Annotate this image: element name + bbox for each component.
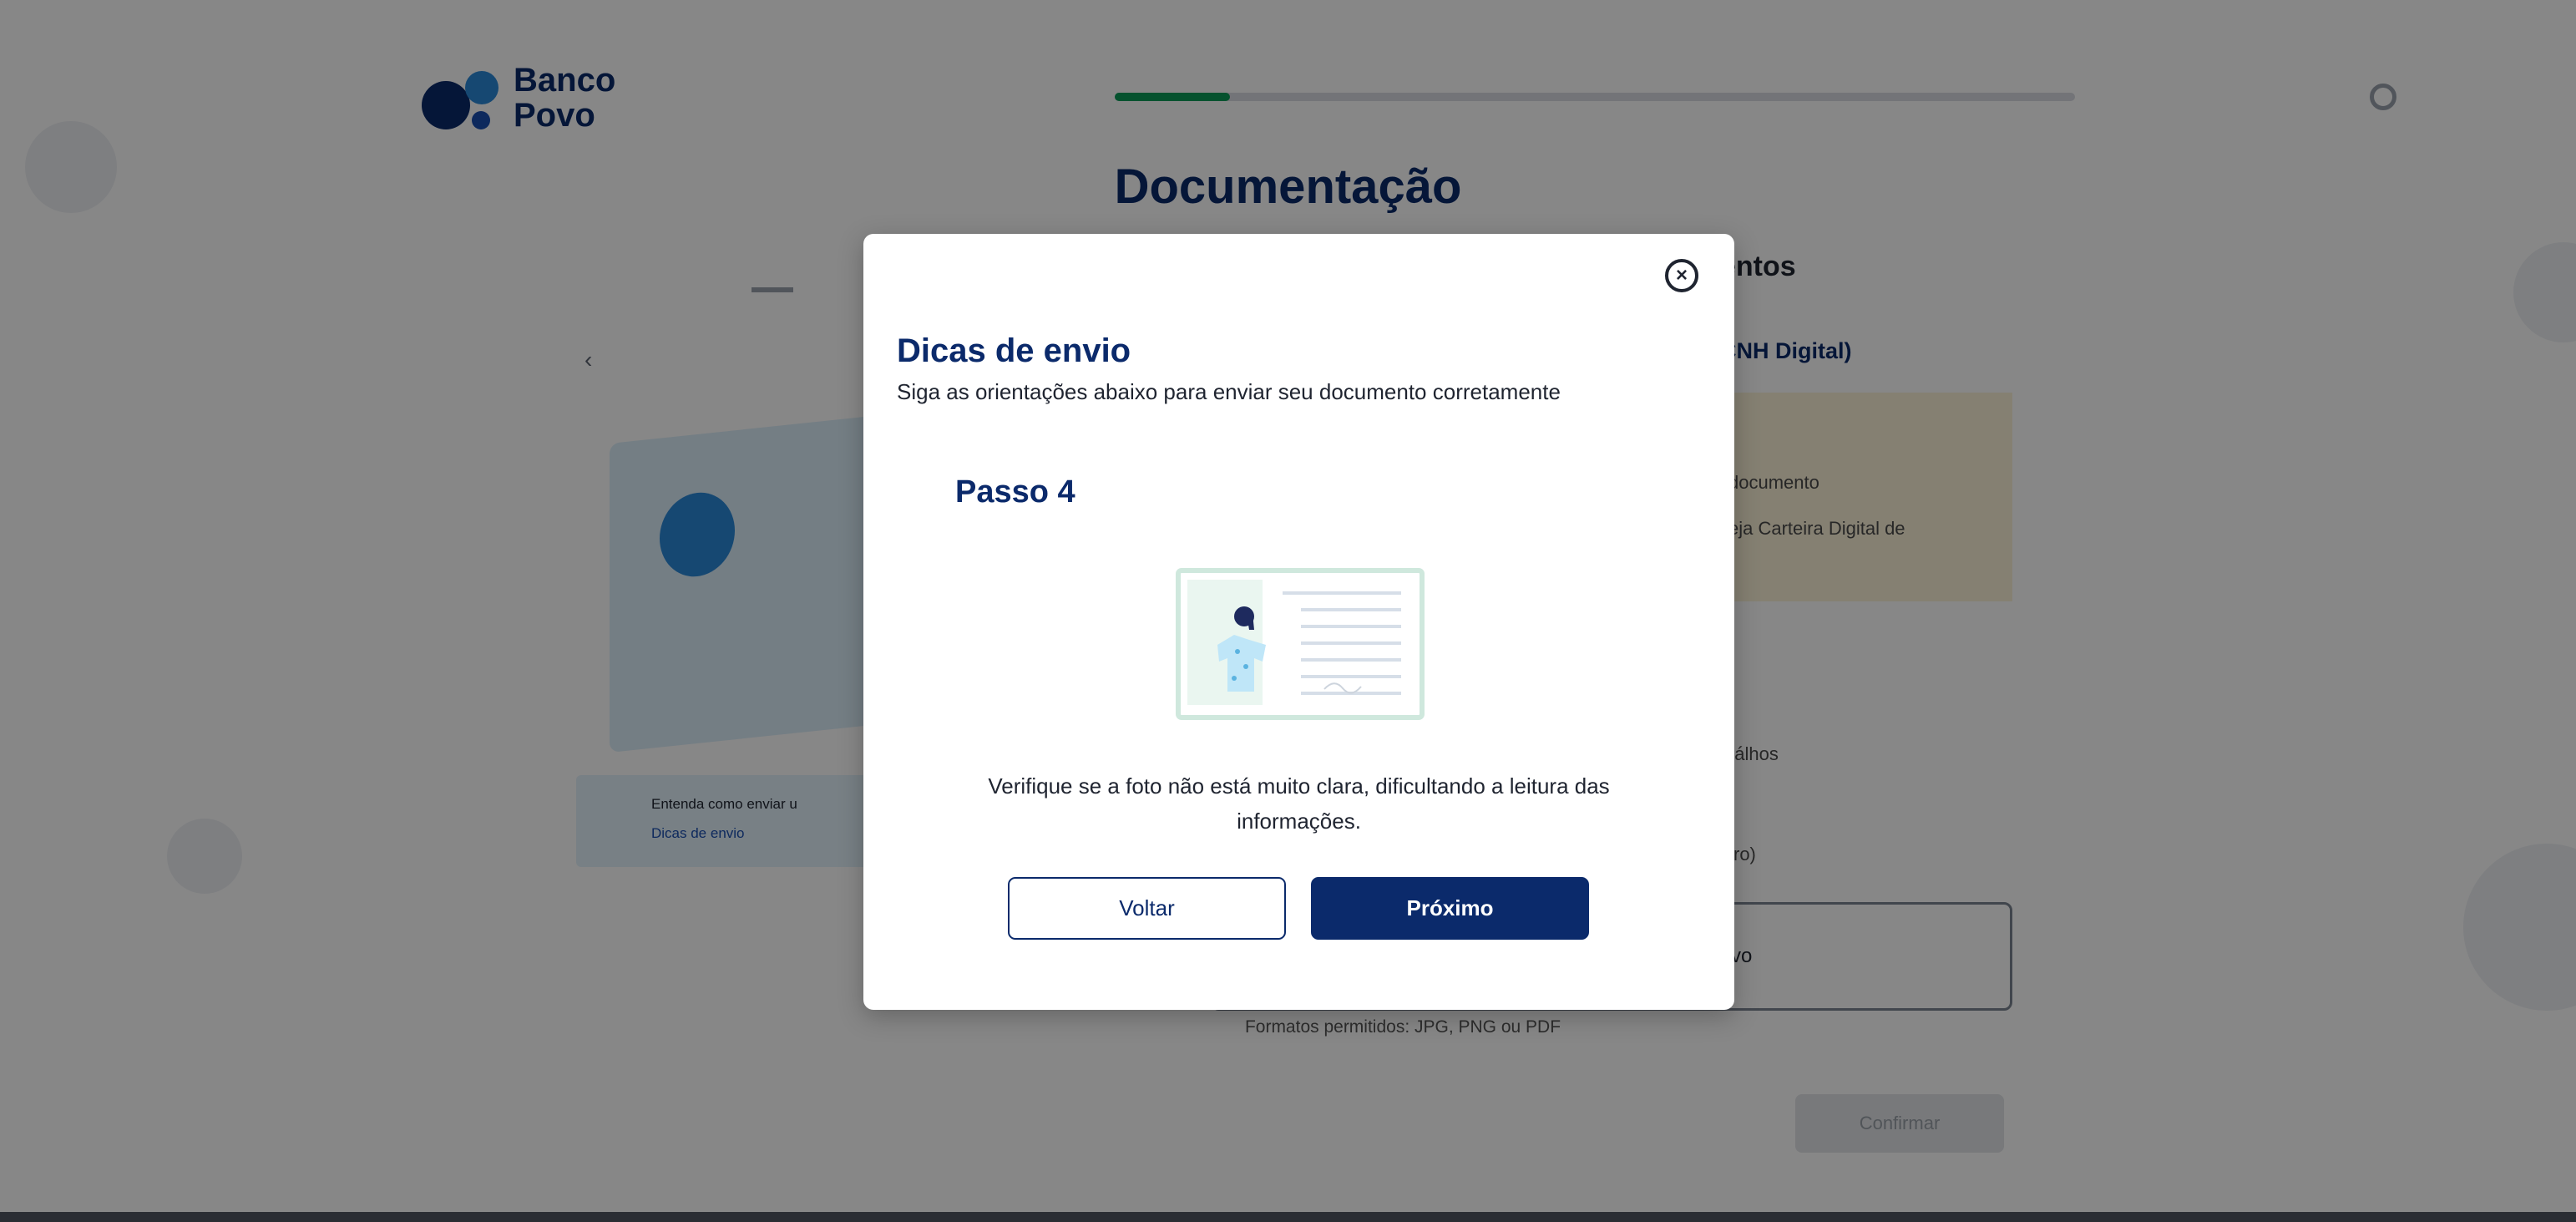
modal-subtitle: Siga as orientações abaixo para enviar s… xyxy=(897,379,1561,404)
step-description: Verifique se a foto não está muito clara… xyxy=(988,773,1610,834)
back-button[interactable]: Voltar xyxy=(1008,877,1286,940)
bottom-bar xyxy=(0,1212,2576,1222)
document-photo-illustration xyxy=(1176,568,1425,720)
step-label: Passo 4 xyxy=(955,474,1075,510)
close-icon[interactable]: × xyxy=(1665,259,1698,292)
next-button[interactable]: Próximo xyxy=(1311,877,1589,940)
modal-title: Dicas de envio xyxy=(897,332,1131,369)
tips-modal: × Dicas de envio Siga as orientações aba… xyxy=(863,234,1734,1010)
